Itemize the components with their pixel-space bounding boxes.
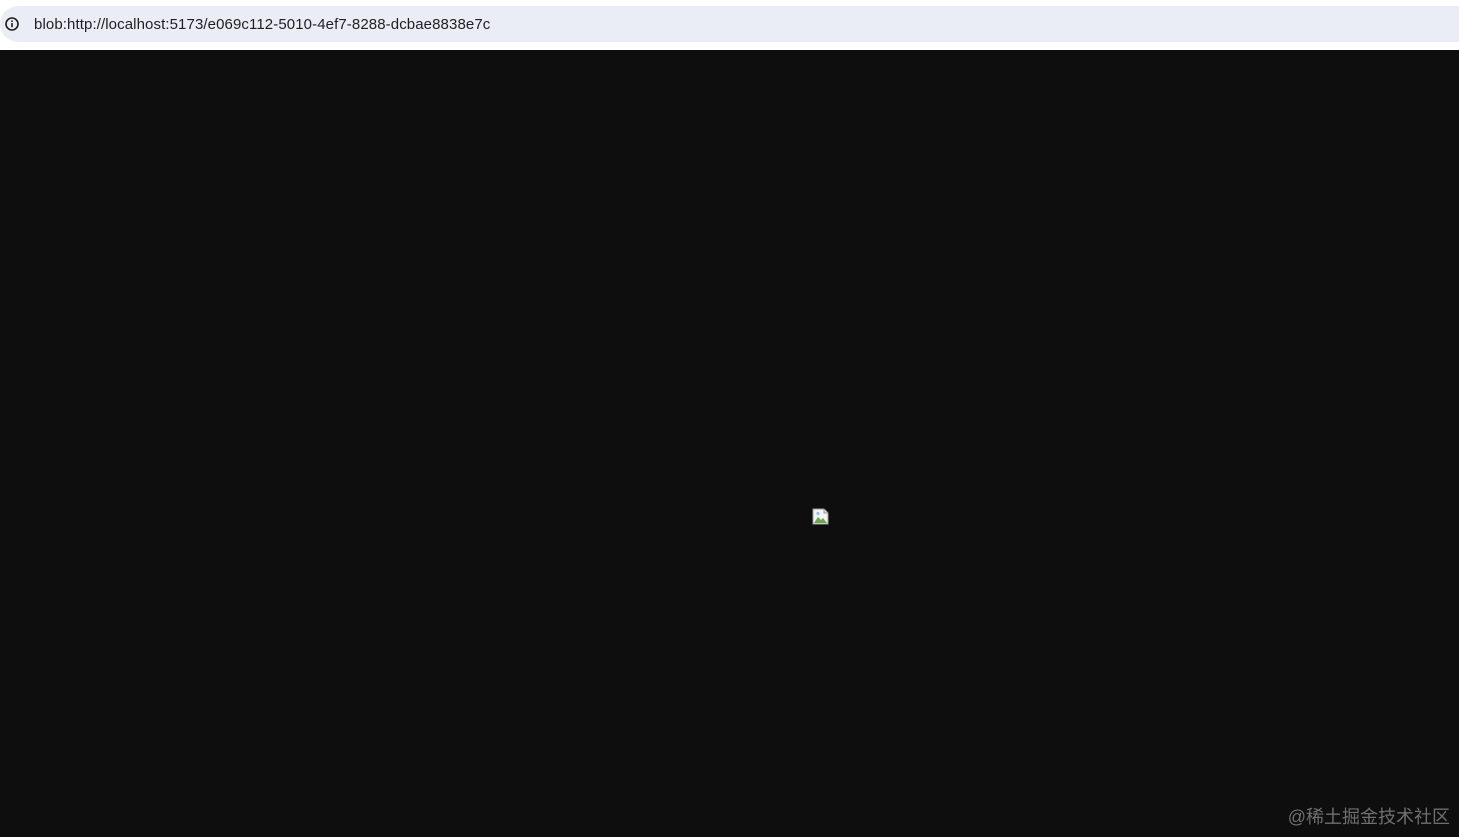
page-viewport: @稀土掘金技术社区: [0, 50, 1459, 837]
broken-image-icon: [812, 508, 829, 525]
browser-toolbar: blob:http://localhost:5173/e069c112-5010…: [0, 0, 1459, 50]
info-icon[interactable]: [5, 17, 19, 31]
address-bar[interactable]: blob:http://localhost:5173/e069c112-5010…: [0, 6, 1459, 42]
url-text[interactable]: blob:http://localhost:5173/e069c112-5010…: [34, 16, 490, 33]
watermark: @稀土掘金技术社区: [1287, 807, 1450, 827]
